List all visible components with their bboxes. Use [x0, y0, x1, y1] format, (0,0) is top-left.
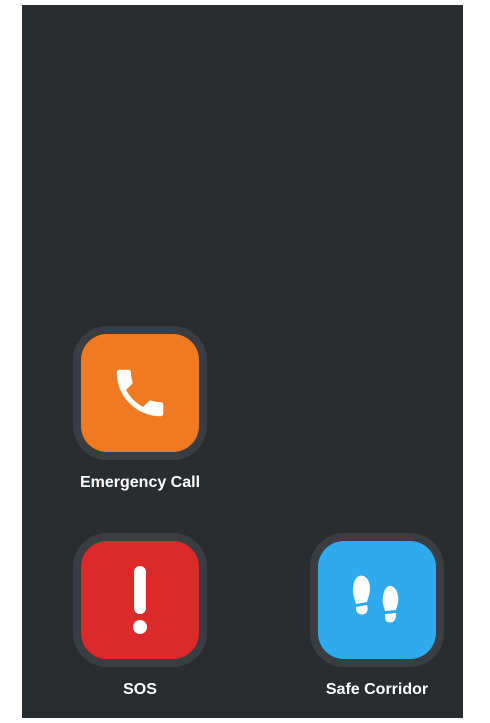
emergency-call-label: Emergency Call [79, 474, 201, 491]
safe-corridor-app[interactable]: Safe Corridor [310, 533, 444, 699]
exclamation-icon [133, 566, 147, 634]
sos-icon-frame [73, 533, 207, 667]
safe-corridor-icon-frame [310, 533, 444, 667]
sos-label: SOS [123, 681, 157, 698]
emergency-call-tile [81, 334, 199, 452]
phone-icon [116, 369, 164, 417]
home-screen: Emergency Call SOS Safe Corridor [22, 5, 463, 718]
emergency-call-icon-frame [73, 326, 207, 460]
safe-corridor-label: Safe Corridor [325, 681, 429, 698]
sos-tile [81, 541, 199, 659]
emergency-call-app[interactable]: Emergency Call [73, 326, 207, 492]
safe-corridor-tile [318, 541, 436, 659]
footsteps-icon [353, 575, 399, 623]
sos-app[interactable]: SOS [73, 533, 207, 699]
